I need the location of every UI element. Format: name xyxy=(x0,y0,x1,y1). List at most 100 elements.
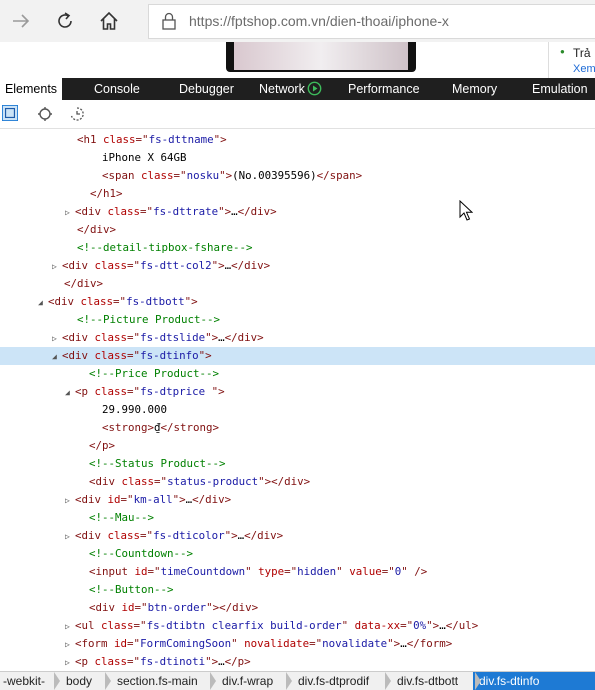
dom-node-row[interactable]: iPhone X 64GB xyxy=(0,149,595,167)
closing-tag: </div> xyxy=(219,601,259,614)
dom-node-content: <strong>₫</strong> xyxy=(102,419,219,437)
html-comment: <!--Countdown--> xyxy=(89,547,194,560)
forward-button[interactable] xyxy=(6,6,36,36)
collapsed-arrow-icon[interactable]: ▷ xyxy=(65,636,75,654)
attr-quote: " xyxy=(231,637,238,650)
html-comment: <!--Mau--> xyxy=(89,511,155,524)
dom-highlight-icon[interactable] xyxy=(37,106,53,122)
breadcrumb-item[interactable]: div.f-wrap xyxy=(222,672,273,690)
dom-node-row[interactable]: ◢ <p class="fs-dtprice "> xyxy=(0,383,595,401)
dom-node-row[interactable]: <!--Mau--> xyxy=(0,509,595,527)
collapsed-arrow-icon[interactable]: ▷ xyxy=(65,618,75,636)
breadcrumb-item[interactable]: section.fs-main xyxy=(117,672,198,690)
dom-node-content: </div> xyxy=(77,221,116,239)
collapsed-arrow-icon[interactable]: ▷ xyxy=(65,528,75,546)
dom-node-row[interactable]: ▷ <div id="km-all">…</div> xyxy=(0,491,595,509)
tag-end: > xyxy=(218,385,225,398)
select-element-icon[interactable] xyxy=(2,105,18,121)
dom-node-row[interactable]: ▷ <p class="fs-dtinoti">…</p> xyxy=(0,653,595,669)
expanded-arrow-icon[interactable]: ◢ xyxy=(65,384,75,402)
dom-node-content: <span class="nosku">(No.00395596)</span> xyxy=(102,167,362,185)
dom-node-row[interactable]: <span class="nosku">(No.00395596)</span> xyxy=(0,167,595,185)
tag-end: /> xyxy=(407,565,428,578)
breadcrumb-item[interactable]: div.fs-dtprodif xyxy=(298,672,369,690)
html-comment: <!--Button--> xyxy=(89,583,174,596)
refresh-button[interactable] xyxy=(50,6,80,36)
attr-name: class xyxy=(94,259,128,272)
dom-node-content: <div id="btn-order"></div> xyxy=(89,599,258,617)
tab-network[interactable]: Network xyxy=(259,78,322,100)
dom-node-row[interactable]: <!--Countdown--> xyxy=(0,545,595,563)
dom-node-content: <!--Countdown--> xyxy=(89,545,193,563)
dom-node-row[interactable]: <!--Status Product--> xyxy=(0,455,595,473)
dom-node-row[interactable]: <!--Price Product--> xyxy=(0,365,595,383)
attr-eq: =" xyxy=(127,349,141,362)
attr-value: fs-dtslide xyxy=(140,331,206,344)
dom-node-row[interactable]: ▷ <div class="fs-dtslide">…</div> xyxy=(0,329,595,347)
attr-eq: =" xyxy=(133,619,147,632)
url-field[interactable]: https://fptshop.com.vn/dien-thoai/iphone… xyxy=(148,4,595,39)
dom-node-row[interactable]: <input id="timeCountdown" type="hidden" … xyxy=(0,563,595,581)
collapsed-arrow-icon[interactable]: ▷ xyxy=(52,330,62,348)
collapsed-arrow-icon[interactable]: ▷ xyxy=(52,258,62,276)
dom-node-row[interactable]: <!--Picture Product--> xyxy=(0,311,595,329)
home-button[interactable] xyxy=(94,6,124,36)
dom-node-row[interactable]: </div> xyxy=(0,221,595,239)
dom-node-row[interactable]: ◢ <div class="fs-dtinfo"> xyxy=(0,347,595,365)
collapsed-arrow-icon[interactable]: ▷ xyxy=(65,654,75,669)
dom-node-content: iPhone X 64GB xyxy=(102,149,187,167)
dom-node-row[interactable]: </p> xyxy=(0,437,595,455)
attr-eq: =" xyxy=(140,205,154,218)
tab-emulation[interactable]: Emulation xyxy=(532,78,588,100)
dom-node-content: <!--Button--> xyxy=(89,581,174,599)
breadcrumb-separator-icon xyxy=(105,672,111,690)
dom-node-row[interactable]: <!--Button--> xyxy=(0,581,595,599)
dom-node-row[interactable]: 29.990.000 xyxy=(0,401,595,419)
tag-open: <div xyxy=(62,331,89,344)
dom-node-row[interactable]: </h1> xyxy=(0,185,595,203)
tag-open: <div xyxy=(89,475,116,488)
closing-tag: </div> xyxy=(237,205,277,218)
tab-console[interactable]: Console xyxy=(94,78,140,100)
dom-node-row[interactable]: <div id="btn-order"></div> xyxy=(0,599,595,617)
tab-debugger[interactable]: Debugger xyxy=(179,78,234,100)
breadcrumb-separator-icon xyxy=(210,672,216,690)
dom-node-row[interactable]: <div class="status-product"></div> xyxy=(0,473,595,491)
dom-node-row[interactable]: ▷ <div class="fs-dtt-col2">…</div> xyxy=(0,257,595,275)
attr-value: fs-dttrate xyxy=(153,205,219,218)
collapsed-arrow-icon[interactable]: ▷ xyxy=(65,492,75,510)
expanded-arrow-icon[interactable]: ◢ xyxy=(52,348,62,366)
dom-node-row[interactable]: </div> xyxy=(0,275,595,293)
breadcrumb-item[interactable]: div.fs-dtbott xyxy=(397,672,458,690)
breadcrumb-item[interactable]: div.fs-dtinfo xyxy=(473,672,595,690)
closing-tag: </div> xyxy=(231,259,271,272)
dom-node-row[interactable]: ▷ <form id="FormComingSoon" novalidate="n… xyxy=(0,635,595,653)
attr-name: novalidate xyxy=(244,637,310,650)
change-markers-icon[interactable] xyxy=(69,106,85,122)
closing-tag: </form> xyxy=(406,637,453,650)
tab-network-label: Network xyxy=(259,82,305,96)
home-icon xyxy=(100,11,118,30)
dom-node-row[interactable]: ◢ <div class="fs-dtbott"> xyxy=(0,293,595,311)
side-link[interactable]: Xem xyxy=(573,63,595,74)
breadcrumb-item[interactable]: body xyxy=(66,672,92,690)
tag-open: <div xyxy=(89,601,116,614)
dom-node-row[interactable]: ▷ <ul class="fs-dtibtn clearfix build-ord… xyxy=(0,617,595,635)
dom-node-content: ▷ <div class="fs-dticolor">…</div> xyxy=(65,527,283,546)
dom-node-row[interactable]: ▷ <div class="fs-dttrate">…</div> xyxy=(0,203,595,221)
dom-node-row[interactable]: <strong>₫</strong> xyxy=(0,419,595,437)
collapsed-arrow-icon[interactable]: ▷ xyxy=(65,204,75,222)
elements-toolbar xyxy=(0,100,595,129)
tab-elements[interactable]: Elements xyxy=(0,78,62,100)
text-node: 29.990.000 xyxy=(102,403,168,416)
dom-node-row[interactable]: ▷ <div class="fs-dticolor">…</div> xyxy=(0,527,595,545)
attr-value: 0% xyxy=(413,619,427,632)
dom-node-row[interactable]: <!--detail-tipbox-fshare--> xyxy=(0,239,595,257)
tab-performance[interactable]: Performance xyxy=(348,78,420,100)
closing-tag: </div> xyxy=(224,331,264,344)
dom-node-row[interactable]: <h1 class="fs-dttname"> xyxy=(0,131,595,149)
breadcrumb-item[interactable]: -webkit- xyxy=(3,672,45,690)
expanded-arrow-icon[interactable]: ◢ xyxy=(38,294,48,312)
attr-value: fs-dtinoti xyxy=(140,655,206,668)
tab-memory[interactable]: Memory xyxy=(452,78,497,100)
